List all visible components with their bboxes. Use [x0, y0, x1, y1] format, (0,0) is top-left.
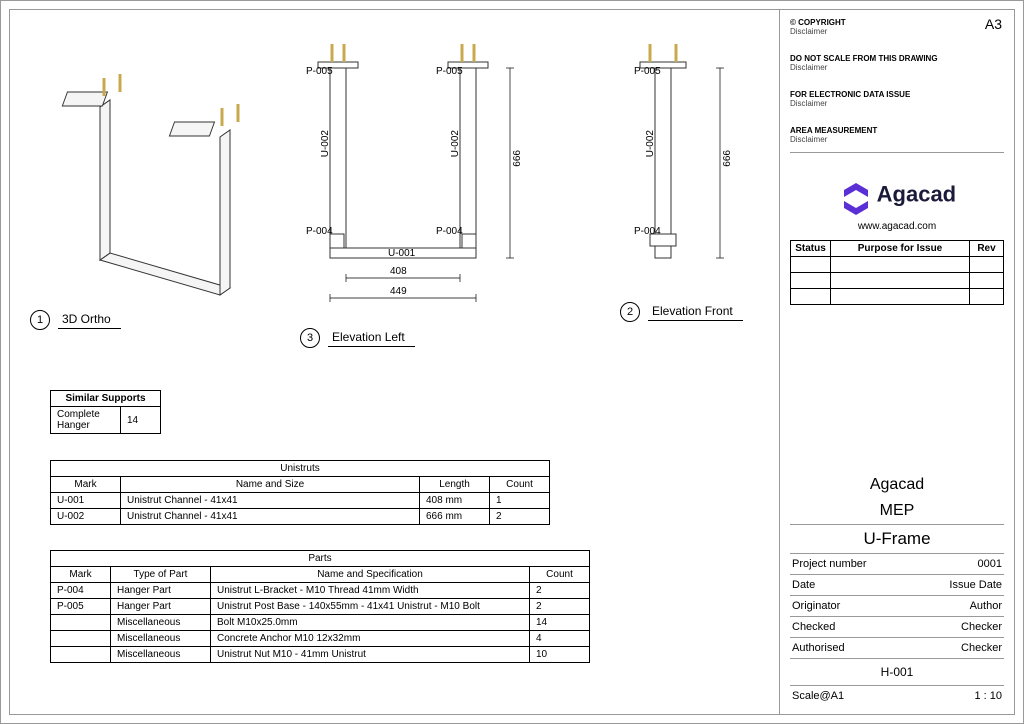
- label-p005-l2: P-005: [436, 66, 463, 77]
- label-u002-l1: U-002: [320, 130, 331, 157]
- table-row: [791, 273, 1004, 289]
- drawing-area: 1 3D Ortho: [10, 10, 770, 714]
- table-row: MiscellaneousBolt M10x25.0mm14: [51, 615, 590, 631]
- table-row: MiscellaneousConcrete Anchor M10 12x32mm…: [51, 631, 590, 647]
- row-checked: CheckedChecker: [790, 617, 1004, 638]
- view-elevation-left: P-005 P-005 P-004 P-004 U-002 U-002 U-00…: [290, 30, 550, 320]
- label-p005-f: P-005: [634, 66, 661, 77]
- drawing-sheet: 1 3D Ortho: [0, 0, 1024, 724]
- row-originator: OriginatorAuthor: [790, 596, 1004, 617]
- client-name: Agacad: [790, 472, 1004, 498]
- dim-666-left: 666: [512, 150, 523, 167]
- parts-h3: Count: [530, 567, 590, 583]
- label-p004-l2: P-004: [436, 226, 463, 237]
- uni-h2: Length: [420, 477, 490, 493]
- dim-408: 408: [390, 266, 407, 277]
- drawing-title: U-Frame: [790, 525, 1004, 554]
- row-authorised: AuthorisedChecker: [790, 638, 1004, 659]
- copyright-block: © COPYRIGHT Disclaimer: [790, 18, 1004, 36]
- table-row: [791, 289, 1004, 305]
- sheet-number: H-001: [790, 659, 1004, 686]
- row-project: Project number0001: [790, 554, 1004, 575]
- logo-text: Agacad: [877, 182, 956, 207]
- agacad-logo-icon: [838, 181, 874, 217]
- uni-h1: Name and Size: [121, 477, 420, 493]
- elev-front-svg: [600, 30, 760, 300]
- label-u002-l2: U-002: [450, 130, 461, 157]
- disclaimer-2: FOR ELECTRONIC DATA ISSUE Disclaimer: [790, 90, 1004, 108]
- view-num-1: 1: [30, 310, 50, 330]
- parts-table: Parts Mark Type of Part Name and Specifi…: [50, 550, 590, 663]
- view-title-1: 3D Ortho: [58, 312, 121, 329]
- dim-449: 449: [390, 286, 407, 297]
- row-scale: Scale@A11 : 10: [790, 686, 1004, 706]
- parts-h1: Type of Part: [111, 567, 211, 583]
- table-row: [791, 257, 1004, 273]
- similar-supports-table: Similar Supports Complete Hanger 14: [50, 390, 161, 434]
- parts-title: Parts: [51, 551, 590, 567]
- disclaimer-1: DO NOT SCALE FROM THIS DRAWING Disclaime…: [790, 54, 1004, 72]
- parts-h0: Mark: [51, 567, 111, 583]
- ortho-svg: [40, 30, 260, 300]
- title-block-panel: A3 © COPYRIGHT Disclaimer DO NOT SCALE F…: [779, 10, 1014, 714]
- label-u002-f: U-002: [645, 130, 656, 157]
- view-title-3: Elevation Left: [328, 330, 415, 347]
- label-u001: U-001: [388, 248, 415, 259]
- unistruts-title: Unistruts: [51, 461, 550, 477]
- view-label-3: 3 Elevation Left: [300, 328, 415, 348]
- view-elevation-front: P-005 U-002 P-004 666: [600, 30, 760, 300]
- similar-supports-label: Complete Hanger: [51, 407, 121, 434]
- drawing-frame: 1 3D Ortho: [9, 9, 1015, 715]
- disclaimer-3: AREA MEASUREMENT Disclaimer: [790, 126, 1004, 153]
- view-num-2: 2: [620, 302, 640, 322]
- table-row: P-005Hanger PartUnistrut Post Base - 140…: [51, 599, 590, 615]
- issue-table: Status Purpose for Issue Rev: [790, 240, 1004, 305]
- discipline: MEP: [790, 498, 1004, 525]
- similar-supports-title: Similar Supports: [51, 391, 161, 407]
- table-row: U-001 Unistrut Channel - 41x41 408 mm 1: [51, 493, 550, 509]
- similar-supports-count: 14: [121, 407, 161, 434]
- label-p005-l1: P-005: [306, 66, 333, 77]
- view-title-2: Elevation Front: [648, 304, 743, 321]
- label-p004-l1: P-004: [306, 226, 333, 237]
- issue-h0: Status: [791, 241, 831, 257]
- issue-h2: Rev: [970, 241, 1004, 257]
- table-row: U-002 Unistrut Channel - 41x41 666 mm 2: [51, 509, 550, 525]
- table-row: P-004Hanger PartUnistrut L-Bracket - M10…: [51, 583, 590, 599]
- dim-666-front: 666: [722, 150, 733, 167]
- unistruts-table: Unistruts Mark Name and Size Length Coun…: [50, 460, 550, 525]
- table-row: MiscellaneousUnistrut Nut M10 - 41mm Uni…: [51, 647, 590, 663]
- copyright-title: © COPYRIGHT: [790, 18, 1004, 27]
- logo-url: www.agacad.com: [790, 221, 1004, 232]
- sheet-size: A3: [985, 16, 1002, 32]
- view-label-2: 2 Elevation Front: [620, 302, 743, 322]
- issue-h1: Purpose for Issue: [831, 241, 970, 257]
- logo: Agacad: [790, 181, 1004, 217]
- view-num-3: 3: [300, 328, 320, 348]
- uni-h0: Mark: [51, 477, 121, 493]
- row-date: DateIssue Date: [790, 575, 1004, 596]
- view-label-1: 1 3D Ortho: [30, 310, 121, 330]
- copyright-text: Disclaimer: [790, 27, 1004, 36]
- view-3d-ortho: [40, 30, 260, 300]
- uni-h3: Count: [490, 477, 550, 493]
- label-p004-f: P-004: [634, 226, 661, 237]
- parts-h2: Name and Specification: [211, 567, 530, 583]
